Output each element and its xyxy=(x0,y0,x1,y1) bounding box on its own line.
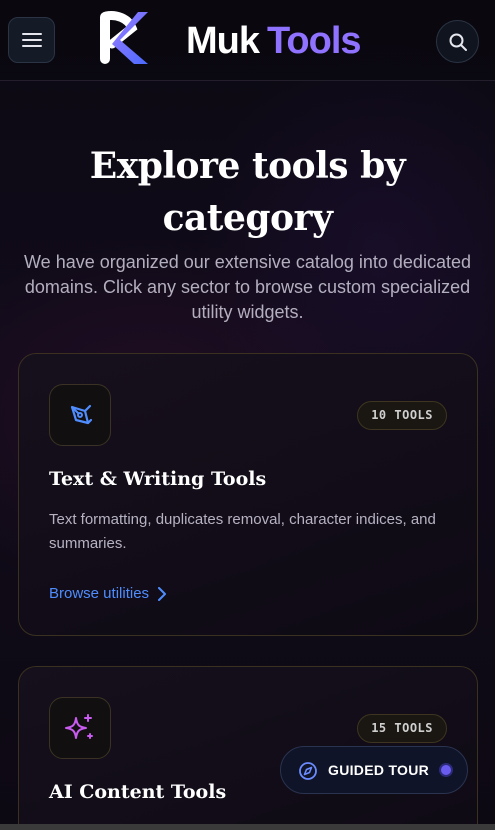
guided-tour-label: GUIDED TOUR xyxy=(328,762,430,778)
hamburger-menu-icon xyxy=(21,33,42,47)
bottom-edge-bar xyxy=(0,824,495,830)
chevron-right-icon xyxy=(158,586,167,601)
browse-utilities-label: Browse utilities xyxy=(49,585,150,602)
menu-button[interactable] xyxy=(8,17,55,63)
tour-status-dot xyxy=(439,763,453,777)
search-icon xyxy=(449,33,467,51)
category-icon-box xyxy=(49,384,111,446)
category-card-text-writing[interactable]: 10 TOOLS Text & Writing Tools Text forma… xyxy=(18,353,478,636)
tool-count-badge: 15 TOOLS xyxy=(357,714,447,743)
browse-utilities-link[interactable]: Browse utilities xyxy=(49,585,167,602)
category-title: Text & Writing Tools xyxy=(49,468,267,490)
compass-icon xyxy=(299,762,317,780)
guided-tour-button[interactable]: GUIDED TOUR xyxy=(280,746,468,794)
category-description: Text formatting, duplicates removal, cha… xyxy=(49,511,436,552)
sparkles-icon xyxy=(65,714,93,739)
search-button[interactable] xyxy=(436,20,479,63)
page-subtitle: We have organized our extensive catalog … xyxy=(24,252,471,322)
category-title: AI Content Tools xyxy=(49,781,227,803)
tool-count-badge: 10 TOOLS xyxy=(357,401,447,430)
pen-nib-icon xyxy=(70,404,93,425)
brand-name[interactable]: Muk Tools xyxy=(186,18,362,64)
brand-name-part2: Tools xyxy=(267,20,362,62)
page-title: Explore tools by category xyxy=(89,145,406,239)
hero-section: Explore tools by category We have organi… xyxy=(0,140,495,325)
muktools-logo-icon[interactable] xyxy=(98,8,158,68)
category-icon-box xyxy=(49,697,111,759)
brand-name-part1: Muk xyxy=(186,20,260,62)
top-navbar: Muk Tools xyxy=(0,0,495,81)
